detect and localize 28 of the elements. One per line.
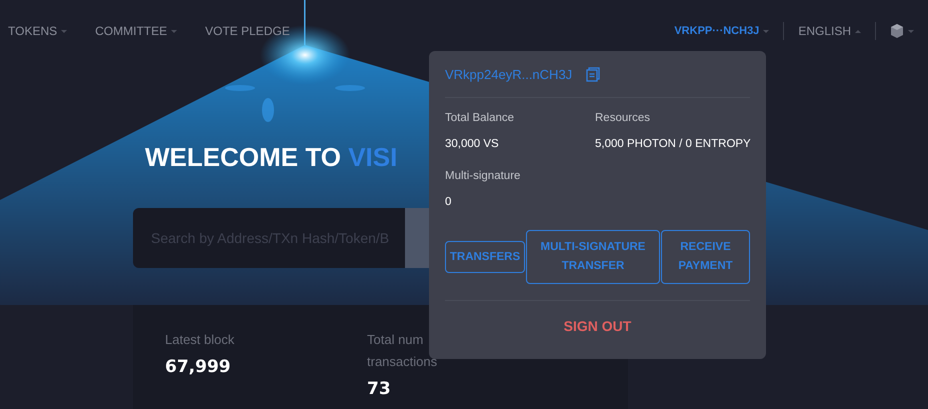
action-button[interactable]: TRANSFERS (445, 241, 525, 273)
language-selector[interactable]: ENGLISH (798, 24, 861, 38)
caret-icon (763, 30, 770, 32)
caret-icon (61, 30, 68, 32)
field-value: 0 (445, 196, 452, 208)
account-menu-toggle[interactable]: VRKPP···NCH3J (674, 25, 770, 37)
caret-icon (855, 30, 861, 32)
stat-value: 73 (367, 379, 392, 399)
wallet-address: VRkpp24eyR...nCH3J (445, 66, 572, 82)
field-label: Total Balance (445, 112, 516, 124)
caret-icon (171, 30, 178, 32)
field-value: 5,000 PHOTON / 0 ENTROPY (595, 138, 751, 150)
copy-icon[interactable] (586, 66, 600, 82)
stat-label: Latest block (165, 331, 236, 349)
hero-title: WELECOME TO VISI (145, 142, 398, 173)
stat-value: 67,999 (165, 357, 232, 377)
field-label: Resources (595, 112, 651, 124)
field-value: 30,000 VS (445, 138, 500, 150)
action-button[interactable]: MULTI-SIGNATURE TRANSFER (526, 230, 660, 284)
action-button[interactable]: RECEIVE PAYMENT (661, 230, 750, 284)
field-label: Multi-signature (445, 170, 522, 182)
caret-icon (908, 30, 914, 32)
nav-menu-item[interactable]: TOKENS (8, 24, 68, 38)
sign-out-button[interactable]: SIGN OUT (558, 317, 638, 335)
nav-menu-item[interactable]: VOTE PLEDGE (205, 24, 290, 38)
cube-icon[interactable] (890, 23, 904, 39)
nav-menu-item[interactable]: COMMITTEE (95, 24, 178, 38)
stat-label: Total num transactions (367, 331, 438, 371)
